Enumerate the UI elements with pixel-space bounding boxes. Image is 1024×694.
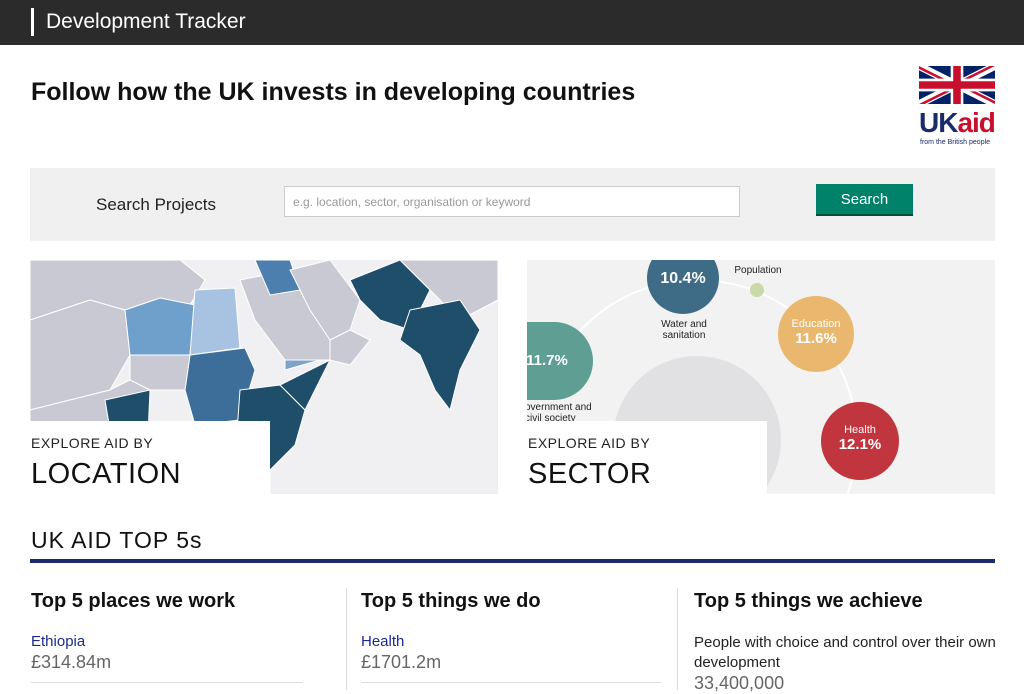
top5-things-item-link[interactable]: Health	[361, 633, 661, 650]
sector-label-health: Health	[844, 424, 876, 436]
union-jack-icon	[919, 63, 995, 107]
top5-places-item-link[interactable]: Ethiopia	[31, 633, 321, 650]
sector-caption-water: Water and sanitation	[661, 319, 707, 341]
column-divider	[346, 588, 347, 690]
top5-places-value: £314.84m	[31, 652, 112, 672]
top-bar: Development Tracker	[0, 0, 1024, 45]
explore-sector-panel[interactable]: 10.4% Water and sanitation Population Ed…	[527, 260, 995, 494]
sector-bubble-population[interactable]	[750, 283, 764, 297]
sector-value-education: 11.6%	[795, 330, 837, 347]
top5-achieve-title: Top 5 things we achieve	[694, 590, 923, 612]
top5-things-column: Top 5 things we do Health £1701.2m	[361, 590, 661, 673]
title-accent-bar	[31, 8, 34, 36]
sector-bubble-education[interactable]: Education 11.6%	[778, 296, 854, 372]
search-button[interactable]: Search	[816, 184, 913, 216]
page-headline: Follow how the UK invests in developing …	[31, 78, 636, 106]
logo-uk: UK	[919, 107, 958, 138]
app-title[interactable]: Development Tracker	[46, 10, 246, 34]
explore-small-label: EXPLORE AID BY	[31, 435, 154, 451]
search-input[interactable]	[284, 186, 740, 217]
top5-places-title: Top 5 places we work	[31, 590, 236, 612]
logo-aid: aid	[957, 107, 995, 138]
logo-tagline: from the British people	[920, 139, 991, 146]
sector-value-government: 11.7%	[527, 352, 568, 369]
sector-bubble-health[interactable]: Health 12.1%	[821, 402, 899, 480]
search-label: Search Projects	[96, 195, 216, 214]
top5-rule	[30, 559, 995, 563]
search-panel: Search Projects Search	[30, 168, 995, 241]
top5-heading: UK AID TOP 5s	[31, 527, 203, 553]
explore-location-label[interactable]: LOCATION	[31, 458, 181, 491]
explore-location-panel[interactable]: EXPLORE AID BY LOCATION	[30, 260, 498, 494]
top5-places-column: Top 5 places we work Ethiopia £314.84m	[31, 590, 321, 673]
location-caption: EXPLORE AID BY LOCATION	[30, 421, 270, 494]
sector-label-education: Education	[791, 318, 841, 330]
sector-value-health: 12.1%	[838, 436, 882, 453]
explore-sector-label[interactable]: SECTOR	[528, 458, 651, 491]
top5-achieve-desc: People with choice and control over thei…	[694, 634, 996, 671]
explore-small-label: EXPLORE AID BY	[528, 435, 651, 451]
top5-achieve-column: Top 5 things we achieve People with choi…	[694, 590, 999, 694]
ukaid-logo[interactable]: UKaid from the British people	[919, 63, 996, 148]
sector-caption-population: Population	[734, 265, 782, 276]
top5-things-title: Top 5 things we do	[361, 590, 541, 612]
sector-caption: EXPLORE AID BY SECTOR	[527, 421, 767, 494]
top5-achieve-value: 33,400,000	[694, 673, 785, 693]
row-divider	[361, 682, 661, 683]
sector-value-water: 10.4%	[660, 270, 706, 287]
top5-things-value: £1701.2m	[361, 652, 442, 672]
column-divider	[677, 588, 678, 690]
row-divider	[31, 682, 303, 683]
